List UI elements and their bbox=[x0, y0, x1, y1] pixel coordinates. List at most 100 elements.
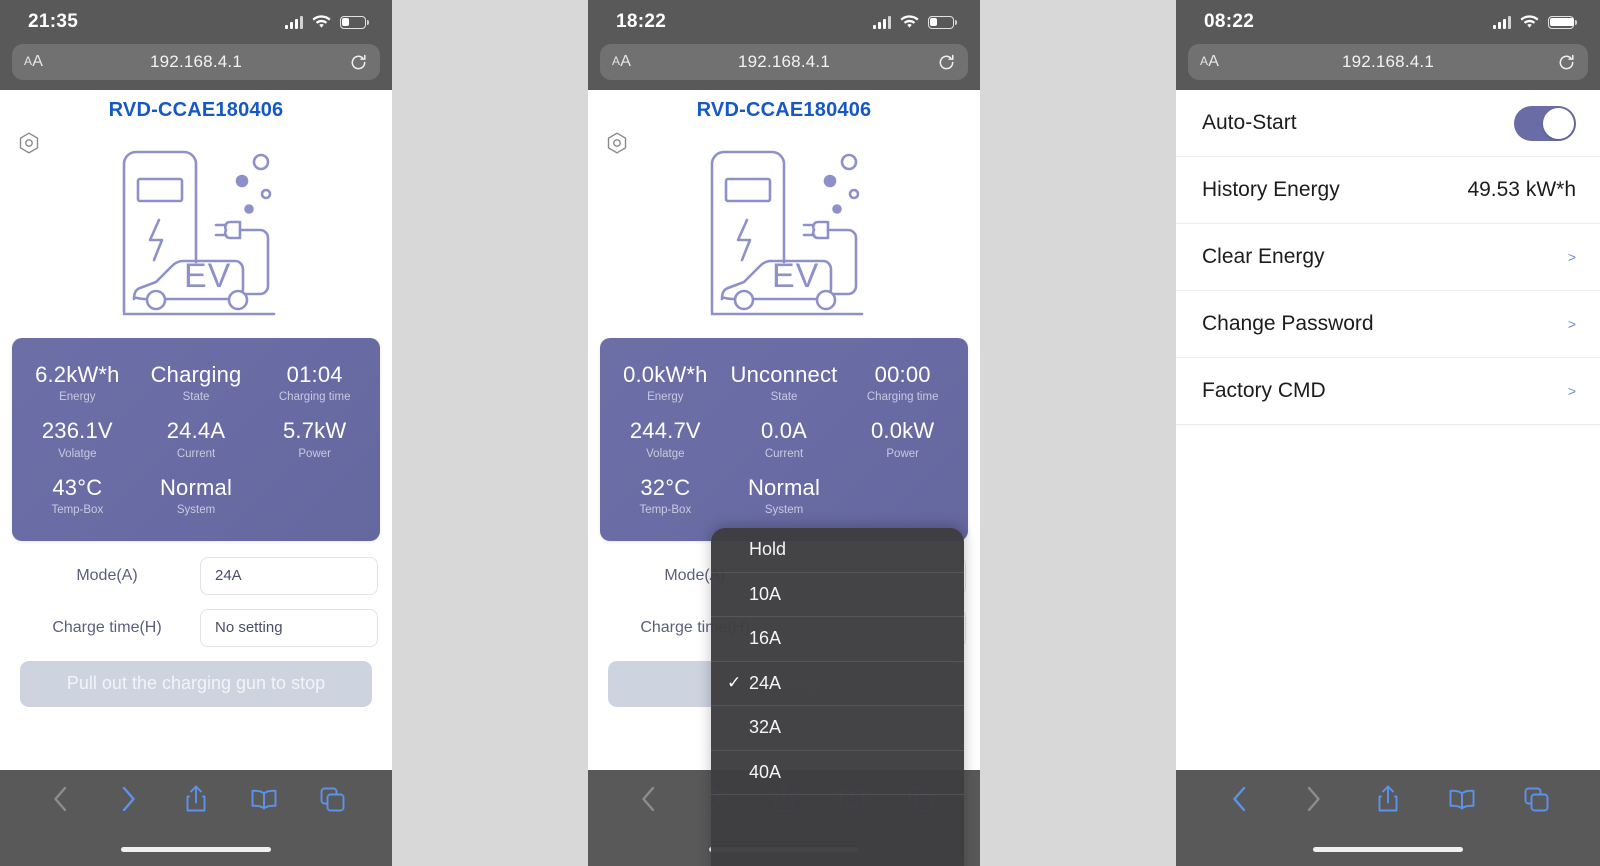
status-cell-power: 5.7kW Power bbox=[255, 412, 374, 468]
tabs-icon[interactable] bbox=[1500, 787, 1574, 812]
home-indicator bbox=[1313, 847, 1463, 852]
chevron-right-icon: > bbox=[1567, 249, 1576, 265]
charge-time-label: Charge time(H) bbox=[52, 618, 162, 636]
browser-url-bar-area: AA 192.168.4.1 bbox=[588, 44, 980, 90]
back-icon[interactable] bbox=[1202, 785, 1276, 813]
text-size-button[interactable]: AA bbox=[612, 53, 631, 71]
status-cell-voltage: 236.1V Volatge bbox=[18, 412, 137, 468]
phone-screen-2: 18:22 AA 192.168.4.1 RVD-CCAE180406 EV 0… bbox=[588, 0, 980, 866]
toolbar-icons bbox=[0, 770, 392, 828]
reload-icon[interactable] bbox=[937, 53, 956, 72]
status-cell-system: Normal System bbox=[137, 469, 256, 525]
picker-option-40a[interactable]: 40A bbox=[711, 751, 964, 795]
reload-icon[interactable] bbox=[349, 53, 368, 72]
status-card-row: 0.0kW*h Energy Unconnect State 00:00 Cha… bbox=[606, 356, 962, 412]
settings-row-change-password[interactable]: Change Password > bbox=[1176, 291, 1600, 358]
phone-screen-1: 21:35 AA 192.168.4.1 RVD-CCAE180406 EV 6… bbox=[0, 0, 392, 866]
status-card-row: 32°C Temp-Box Normal System -- bbox=[606, 469, 962, 525]
picker-option-label: 10A bbox=[749, 583, 782, 604]
status-value: 24.4A bbox=[166, 418, 226, 444]
page-title: RVD-CCAE180406 bbox=[108, 99, 284, 121]
status-value: 0.0A bbox=[760, 418, 808, 444]
status-label: Energy bbox=[647, 391, 684, 404]
picker-option-32a[interactable]: 32A bbox=[711, 706, 964, 751]
picker-option-label: 40A bbox=[749, 761, 782, 782]
status-card-row: 6.2kW*h Energy Charging State 01:04 Char… bbox=[18, 356, 374, 412]
browser-url-bar-area: AA 192.168.4.1 bbox=[0, 44, 392, 90]
text-size-button[interactable]: AA bbox=[1200, 53, 1219, 71]
history-energy-value: 49.53 kW*h bbox=[1467, 178, 1576, 201]
status-value: 0.0kW bbox=[871, 418, 935, 444]
screenshot-stage: 21:35 AA 192.168.4.1 RVD-CCAE180406 EV 6… bbox=[0, 0, 1600, 866]
form-row-charge-time: Charge time(H) No setting bbox=[14, 608, 378, 647]
battery-icon bbox=[928, 15, 957, 29]
status-cell-energy: 6.2kW*h Energy bbox=[18, 356, 137, 412]
browser-url-bar[interactable]: AA 192.168.4.1 bbox=[12, 44, 380, 80]
status-value: 6.2kW*h bbox=[35, 362, 120, 387]
picker-option-label: Hold bbox=[749, 539, 787, 560]
status-cell-system: Normal System bbox=[725, 469, 844, 525]
status-label: Charging time bbox=[866, 391, 939, 404]
status-bar-clock: 08:22 bbox=[1204, 11, 1255, 32]
status-label: Current bbox=[176, 447, 216, 460]
book-icon[interactable] bbox=[1425, 788, 1499, 810]
nut-icon[interactable] bbox=[18, 132, 40, 161]
svg-text:EV: EV bbox=[772, 257, 819, 295]
status-cell-energy: 0.0kW*h Energy bbox=[606, 356, 725, 412]
picker-option-10a[interactable]: 10A bbox=[711, 573, 964, 617]
back-icon[interactable] bbox=[26, 785, 94, 813]
status-label: Energy bbox=[59, 391, 96, 404]
settings-row-clear-energy[interactable]: Clear Energy > bbox=[1176, 224, 1600, 291]
charging-action-button[interactable]: Pull out the charging gun to stop bbox=[20, 660, 372, 707]
url-text: 192.168.4.1 bbox=[737, 52, 830, 71]
share-icon[interactable] bbox=[162, 784, 230, 814]
status-value: 43°C bbox=[52, 474, 103, 500]
chevron-right-icon: > bbox=[1567, 316, 1576, 332]
book-icon[interactable] bbox=[230, 788, 298, 810]
forward-icon[interactable] bbox=[94, 785, 162, 813]
share-icon[interactable] bbox=[1351, 784, 1425, 814]
cellular-signal-icon bbox=[285, 15, 303, 29]
status-value: Unconnect bbox=[730, 362, 838, 387]
charge-time-select[interactable]: No setting bbox=[200, 608, 378, 647]
checkmark-icon: ✓ bbox=[727, 673, 742, 693]
form-row-mode: Mode(A) 24A bbox=[14, 556, 378, 595]
picker-option-24a[interactable]: ✓ 24A bbox=[711, 662, 964, 706]
settings-control: > bbox=[1568, 383, 1576, 399]
browser-url-bar[interactable]: AA 192.168.4.1 bbox=[1188, 44, 1588, 80]
settings-label: Change Password bbox=[1202, 312, 1374, 335]
ios-status-bar: 21:35 bbox=[0, 0, 392, 44]
nut-icon[interactable] bbox=[606, 132, 628, 161]
auto-start-toggle[interactable] bbox=[1514, 105, 1576, 141]
browser-bottom-toolbar bbox=[0, 770, 392, 866]
picker-option-hold[interactable]: Hold bbox=[711, 528, 964, 573]
tabs-icon[interactable] bbox=[298, 787, 366, 812]
toggle-knob bbox=[1543, 107, 1574, 139]
status-card-row: 236.1V Volatge 24.4A Current 5.7kW Power bbox=[18, 412, 374, 468]
settings-row-factory-cmd[interactable]: Factory CMD > bbox=[1176, 358, 1600, 425]
browser-url-bar[interactable]: AA 192.168.4.1 bbox=[600, 44, 968, 80]
settings-control: > bbox=[1568, 316, 1576, 332]
settings-row-auto-start[interactable]: Auto-Start bbox=[1176, 90, 1600, 157]
picker-option-16a[interactable]: 16A bbox=[711, 617, 964, 662]
status-cell-temp: 43°C Temp-Box bbox=[18, 469, 137, 525]
settings-control: 49.53 kW*h bbox=[1467, 178, 1576, 202]
status-label: Volatge bbox=[58, 447, 97, 460]
reload-icon[interactable] bbox=[1557, 53, 1576, 72]
status-cell-power: 0.0kW Power bbox=[843, 412, 962, 468]
ios-status-bar: 08:22 bbox=[1176, 0, 1600, 44]
status-label: Volatge bbox=[646, 447, 685, 460]
status-label: State bbox=[182, 391, 210, 404]
settings-label: Factory CMD bbox=[1202, 379, 1326, 402]
settings-row-history-energy: History Energy 49.53 kW*h bbox=[1176, 157, 1600, 224]
mode-select[interactable]: 24A bbox=[200, 556, 378, 595]
status-cell-current: 24.4A Current bbox=[137, 412, 256, 468]
picker-option-label: 24A bbox=[749, 672, 782, 693]
mode-picker-dropdown[interactable]: Hold 10A 16A ✓ 24A 32A 40A bbox=[711, 528, 964, 866]
status-label: Power bbox=[886, 447, 919, 460]
back-icon[interactable] bbox=[614, 785, 682, 813]
status-cell-empty: -- bbox=[255, 469, 374, 525]
forward-icon[interactable] bbox=[1276, 785, 1350, 813]
settings-list: Auto-Start History Energy 49.53 kW*h Cle… bbox=[1176, 90, 1600, 425]
text-size-button[interactable]: AA bbox=[24, 53, 43, 71]
